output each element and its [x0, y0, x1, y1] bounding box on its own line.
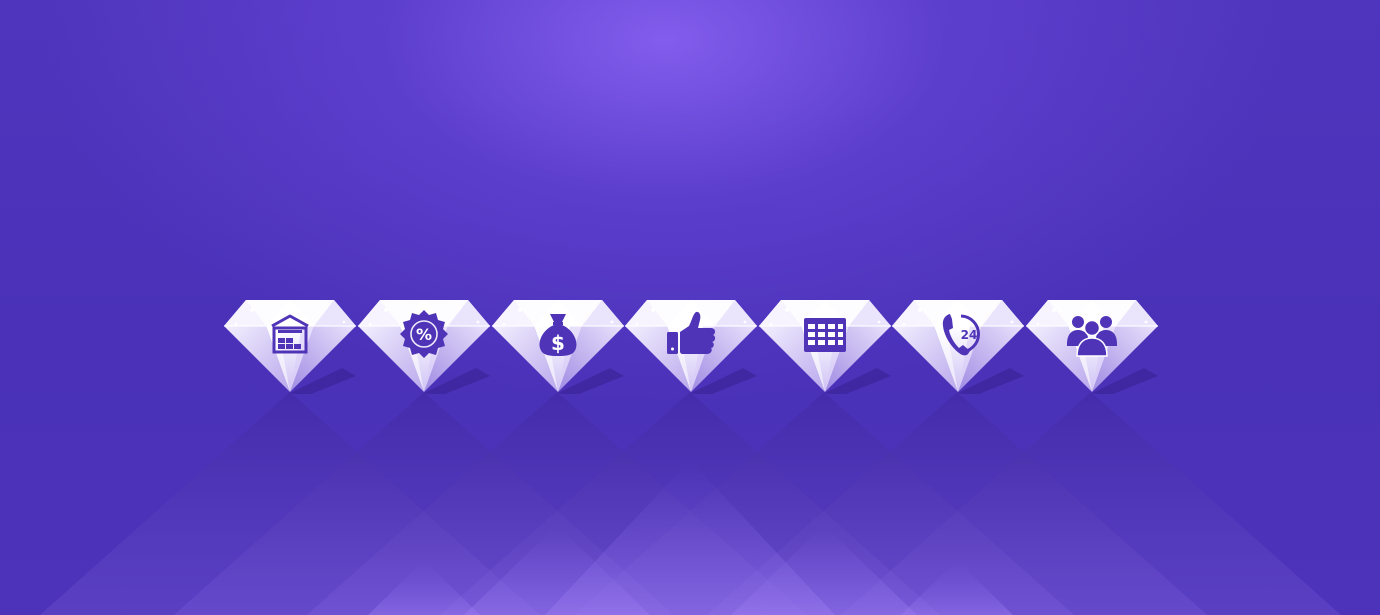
discount-badge-icon: %	[400, 310, 448, 358]
gem-discount[interactable]: %	[356, 296, 492, 394]
gem-warehouse[interactable]	[222, 296, 358, 394]
thumbs-up-icon	[667, 311, 716, 354]
dollar-sign: $	[551, 331, 565, 355]
support-hours: 24	[961, 328, 978, 342]
gem-support[interactable]: 24	[890, 296, 1026, 394]
warehouse-icon	[271, 314, 309, 354]
gem-row: % $ 24	[222, 296, 1162, 396]
team-icon	[1067, 316, 1117, 357]
gem-money-bag[interactable]: $	[490, 296, 626, 394]
phone-24-icon: 24	[942, 314, 980, 356]
percent-sign: %	[416, 325, 432, 344]
gem-team[interactable]	[1024, 296, 1160, 394]
background: % $ 24	[0, 0, 1380, 615]
gem-like[interactable]	[623, 296, 759, 394]
gem-grid[interactable]	[757, 296, 893, 394]
money-bag-icon: $	[539, 314, 577, 356]
table-grid-icon	[804, 318, 846, 352]
